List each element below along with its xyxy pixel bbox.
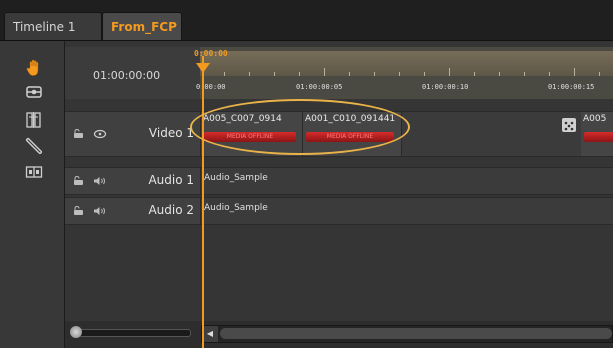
playhead-line[interactable] [202, 56, 204, 348]
playhead-timecode: 0:00:00 [194, 49, 228, 58]
track-name: Video 1 [148, 126, 194, 140]
media-offline-badge [584, 132, 613, 142]
ruler-label: 01:00:00:15 [548, 83, 595, 91]
hand-tool[interactable] [24, 59, 44, 77]
scrollbar-thumb[interactable] [220, 328, 612, 339]
audio-track-1: Audio 1 Audio_Sample [65, 167, 613, 195]
ruler-tick [324, 68, 325, 76]
audio-clip-title: Audio_Sample [204, 173, 268, 183]
zoom-slider-knob[interactable] [70, 326, 82, 338]
ruler-tick [449, 68, 450, 76]
track-name: Audio 1 [148, 173, 194, 187]
ruler-band [200, 51, 613, 76]
ruler-tick [424, 72, 425, 76]
ruler-tick [299, 72, 300, 76]
ruler-header: 01:00:00:00 [65, 47, 200, 99]
ruler-tick [374, 72, 375, 76]
tab-from-fcp[interactable]: From_FCP [102, 12, 182, 40]
scroll-left-arrow-icon[interactable]: ◀ [202, 326, 218, 342]
slip-tool[interactable] [24, 163, 44, 181]
audio-clip-title: Audio_Sample [204, 203, 268, 213]
trim-icon [26, 112, 41, 128]
tab-bar: Timeline 1 From_FCP [0, 0, 613, 41]
ruler-tick [574, 68, 575, 76]
ruler-tick [599, 72, 600, 76]
lock-icon[interactable] [73, 176, 85, 186]
selection-icon [26, 86, 42, 98]
track-header: Audio 2 [65, 198, 201, 224]
track-header: Audio 1 [65, 168, 201, 194]
highlight-ellipse [190, 99, 410, 155]
trim-tool[interactable] [24, 111, 44, 129]
horizontal-scrollbar[interactable]: ◀ [201, 325, 613, 343]
audio-lane[interactable]: Audio_Sample [201, 168, 613, 194]
razor-icon [26, 138, 42, 154]
timeline-panel: 01:00:00:00 0:00:00 0:00:00 01:00:00:05 … [65, 41, 613, 348]
video-clip[interactable]: A005 [581, 112, 613, 156]
zoom-slider[interactable] [70, 326, 191, 338]
dice-icon [562, 118, 576, 132]
lock-icon[interactable] [73, 129, 85, 139]
tool-palette [0, 41, 65, 348]
ruler-tick [524, 72, 525, 76]
timeline-footer: ◀ [65, 321, 613, 348]
hand-icon [26, 59, 39, 76]
eye-icon[interactable] [93, 129, 107, 139]
slip-icon [25, 166, 43, 178]
track-name: Audio 2 [148, 203, 194, 217]
ruler-tick [499, 72, 500, 76]
ruler-tick [399, 72, 400, 76]
speaker-icon[interactable] [93, 176, 107, 186]
audio-lane[interactable]: Audio_Sample [201, 198, 613, 224]
track-header: Video 1 [65, 112, 201, 156]
lock-icon[interactable] [73, 206, 85, 216]
timecode-display[interactable]: 01:00:00:00 [93, 69, 160, 82]
time-ruler[interactable]: 0:00:00 0:00:00 01:00:00:05 01:00:00:10 … [194, 47, 613, 99]
ruler-label: 0:00:00 [196, 83, 226, 91]
ruler-tick [224, 72, 225, 76]
tab-timeline-1[interactable]: Timeline 1 [4, 12, 102, 40]
clip-title: A005 [583, 114, 607, 124]
speaker-icon[interactable] [93, 206, 107, 216]
ruler-tick [249, 72, 250, 76]
select-tool[interactable] [24, 83, 44, 101]
ruler-tick [474, 72, 475, 76]
ruler-tick [349, 72, 350, 76]
audio-track-2: Audio 2 Audio_Sample [65, 197, 613, 225]
ruler-label: 01:00:00:05 [296, 83, 343, 91]
ruler-tick [274, 72, 275, 76]
ruler-tick [549, 72, 550, 76]
ruler-label: 01:00:00:10 [422, 83, 469, 91]
razor-tool[interactable] [24, 137, 44, 155]
